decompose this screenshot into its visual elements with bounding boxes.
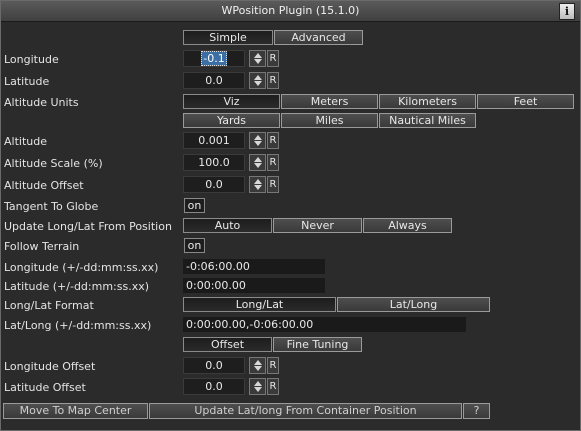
longitude-dms-label: Longitude (+/-dd:mm:ss.xx)	[4, 261, 159, 274]
spin-up-icon	[254, 381, 262, 386]
altitude-scale-label: Altitude Scale (%)	[4, 157, 103, 170]
latitude-label: Latitude	[4, 75, 50, 88]
move-to-map-center-button[interactable]: Move To Map Center	[3, 403, 148, 419]
altitude-scale-field[interactable]: 100.0	[183, 154, 245, 171]
longitude-offset-field[interactable]: 0.0	[183, 357, 245, 374]
longitude-offset-reset-button[interactable]: R	[267, 357, 279, 374]
latlong-dms-label: Lat/Long (+/-dd:mm:ss.xx)	[4, 319, 152, 332]
longitude-offset-spinner[interactable]	[249, 357, 266, 374]
format-latlong-button[interactable]: Lat/Long	[337, 297, 490, 312]
follow-terrain-toggle[interactable]: on	[184, 238, 205, 253]
longitude-label: Longitude	[4, 53, 59, 66]
offset-tab[interactable]: Offset	[183, 337, 272, 352]
altitude-field[interactable]: 0.001	[183, 132, 245, 149]
latlong-dms-field[interactable]: 0:00:00.00,-0:06:00.00	[183, 317, 466, 332]
spin-up-icon	[254, 360, 262, 365]
altitude-unit-viz[interactable]: Viz	[183, 94, 280, 109]
update-auto-button[interactable]: Auto	[183, 218, 272, 233]
latitude-field[interactable]: 0.0	[183, 72, 245, 89]
longitude-offset-label: Longitude Offset	[4, 360, 96, 373]
fine-tuning-tab[interactable]: Fine Tuning	[273, 337, 362, 352]
altitude-offset-label: Altitude Offset	[4, 179, 84, 192]
altitude-scale-spinner[interactable]	[249, 154, 266, 171]
simple-tab[interactable]: Simple	[183, 30, 273, 45]
altitude-unit-kilometers[interactable]: Kilometers	[379, 94, 476, 109]
longlat-format-label: Long/Lat Format	[4, 299, 94, 312]
altitude-label: Altitude	[4, 135, 47, 148]
info-icon[interactable]: i	[559, 3, 575, 20]
latitude-spinner[interactable]	[249, 72, 266, 89]
spin-down-icon	[254, 141, 262, 146]
longitude-reset-button[interactable]: R	[267, 50, 279, 67]
longitude-dms-field[interactable]: -0:06:00.00	[183, 259, 325, 274]
altitude-unit-nautical-miles[interactable]: Nautical Miles	[379, 113, 476, 128]
spin-up-icon	[254, 135, 262, 140]
spin-down-icon	[254, 366, 262, 371]
spin-down-icon	[254, 185, 262, 190]
spin-up-icon	[254, 75, 262, 80]
format-longlat-button[interactable]: Long/Lat	[183, 297, 336, 312]
altitude-units-label: Altitude Units	[4, 96, 79, 109]
altitude-unit-feet[interactable]: Feet	[477, 94, 574, 109]
spin-down-icon	[254, 387, 262, 392]
update-longlat-label: Update Long/Lat From Position	[4, 220, 172, 233]
tangent-to-globe-label: Tangent To Globe	[4, 200, 99, 213]
advanced-tab[interactable]: Advanced	[274, 30, 363, 45]
altitude-unit-miles[interactable]: Miles	[281, 113, 378, 128]
latitude-offset-spinner[interactable]	[249, 378, 266, 395]
longitude-field[interactable]: -0.1	[183, 50, 245, 67]
latitude-offset-label: Latitude Offset	[4, 381, 86, 394]
update-never-button[interactable]: Never	[273, 218, 362, 233]
spin-up-icon	[254, 157, 262, 162]
altitude-offset-reset-button[interactable]: R	[267, 176, 279, 193]
latitude-dms-field[interactable]: 0:00:00.00	[183, 278, 325, 293]
altitude-offset-spinner[interactable]	[249, 176, 266, 193]
spin-up-icon	[254, 53, 262, 58]
spin-up-icon	[254, 179, 262, 184]
latitude-reset-button[interactable]: R	[267, 72, 279, 89]
spin-down-icon	[254, 163, 262, 168]
latitude-offset-reset-button[interactable]: R	[267, 378, 279, 395]
update-from-container-button[interactable]: Update Lat/long From Container Position	[149, 403, 462, 419]
follow-terrain-label: Follow Terrain	[4, 240, 80, 253]
altitude-reset-button[interactable]: R	[267, 132, 279, 149]
altitude-offset-field[interactable]: 0.0	[183, 176, 245, 193]
longitude-spinner[interactable]	[249, 50, 266, 67]
altitude-spinner[interactable]	[249, 132, 266, 149]
altitude-unit-meters[interactable]: Meters	[281, 94, 378, 109]
title-bar: WPosition Plugin (15.1.0) i	[1, 1, 580, 22]
latitude-dms-label: Latitude (+/-dd:mm:ss.xx)	[4, 280, 150, 293]
altitude-unit-yards[interactable]: Yards	[183, 113, 280, 128]
tangent-to-globe-toggle[interactable]: on	[184, 198, 205, 213]
longitude-value: -0.1	[201, 51, 227, 66]
help-button[interactable]: ?	[463, 403, 490, 419]
spin-down-icon	[254, 59, 262, 64]
altitude-scale-reset-button[interactable]: R	[267, 154, 279, 171]
update-always-button[interactable]: Always	[363, 218, 452, 233]
window-title: WPosition Plugin (15.1.0)	[221, 4, 360, 17]
latitude-offset-field[interactable]: 0.0	[183, 378, 245, 395]
spin-down-icon	[254, 81, 262, 86]
